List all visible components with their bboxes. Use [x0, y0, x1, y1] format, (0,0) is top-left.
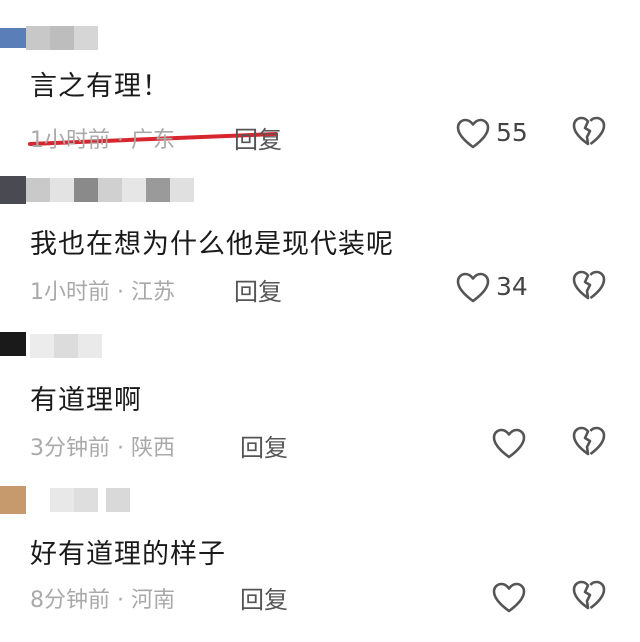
comment-item: 我也在想为什么他是现代装呢 1小时前 · 江苏 回复 34 — [0, 176, 640, 332]
comment-text: 言之有理！ — [30, 71, 170, 102]
like-count: 34 — [496, 272, 528, 301]
avatar[interactable] — [0, 176, 26, 204]
dislike-button[interactable] — [572, 116, 606, 150]
reply-button[interactable]: 回复 — [234, 120, 282, 155]
comment-text: 我也在想为什么他是现代装呢 — [30, 229, 394, 260]
comment-item: 有道理啊 3分钟前 · 陕西 回复 — [0, 332, 640, 488]
dislike-button[interactable] — [572, 426, 606, 460]
avatar[interactable] — [0, 486, 26, 514]
heart-outline-icon — [456, 272, 490, 303]
comment-meta: 1小时前 · 广东 — [30, 128, 175, 153]
broken-heart-icon — [572, 116, 606, 146]
comment-text: 有道理啊 — [30, 385, 142, 416]
heart-outline-icon — [492, 428, 526, 459]
avatar[interactable] — [0, 332, 26, 356]
like-count: 55 — [496, 118, 528, 147]
comment-text: 好有道理的样子 — [30, 539, 226, 570]
reply-button[interactable]: 回复 — [240, 428, 288, 463]
reply-button[interactable]: 回复 — [234, 272, 282, 307]
comment-item: 好有道理的样子 8分钟前 · 河南 回复 — [0, 486, 640, 642]
heart-outline-icon — [456, 118, 490, 149]
dislike-button[interactable] — [572, 580, 606, 614]
avatar[interactable] — [0, 28, 26, 48]
broken-heart-icon — [572, 580, 606, 610]
heart-outline-icon — [492, 582, 526, 613]
dislike-button[interactable] — [572, 270, 606, 304]
comment-item: 言之有理！ 1小时前 · 广东 回复 55 — [0, 24, 640, 180]
broken-heart-icon — [572, 426, 606, 456]
broken-heart-icon — [572, 270, 606, 300]
comment-meta: 3分钟前 · 陕西 — [30, 436, 175, 461]
comment-meta: 1小时前 · 江苏 — [30, 280, 175, 305]
comment-meta: 8分钟前 · 河南 — [30, 588, 175, 613]
